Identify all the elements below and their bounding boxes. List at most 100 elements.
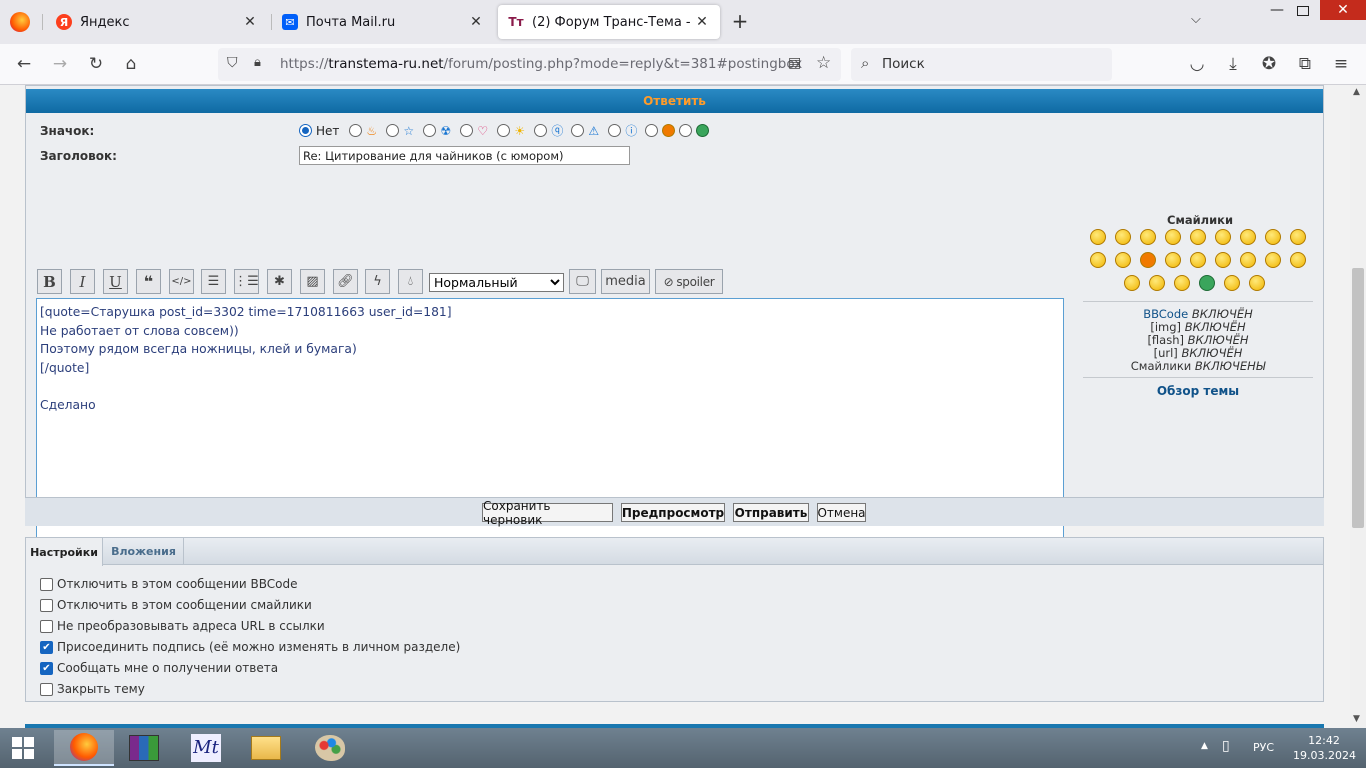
home-icon[interactable]: ⌂	[116, 49, 146, 79]
tab-forum[interactable]: Tт (2) Форум Транс-Тема - Ответ ✕	[498, 5, 720, 39]
option-attach-signature[interactable]: ✔ Присоединить подпись (её можно изменять…	[40, 637, 460, 658]
smiley-icon[interactable]	[1240, 229, 1256, 245]
subject-input[interactable]	[299, 146, 630, 165]
smiley-icon[interactable]	[1174, 275, 1190, 291]
taskbar-winrar[interactable]	[114, 730, 174, 766]
start-button[interactable]	[0, 730, 46, 766]
reload-icon[interactable]: ↻	[81, 49, 111, 79]
bookmark-star-icon[interactable]: ☆	[816, 53, 831, 73]
extension-star-icon[interactable]: ✪	[1254, 49, 1284, 79]
minimize-window-icon[interactable]: —	[1270, 2, 1284, 18]
close-tab-icon[interactable]: ✕	[468, 14, 484, 30]
icon-radio[interactable]	[349, 124, 363, 137]
checkbox[interactable]	[40, 620, 53, 633]
taskbar-explorer[interactable]	[236, 730, 296, 766]
smiley-icon[interactable]	[1215, 229, 1231, 245]
smiley-icon[interactable]	[1224, 275, 1240, 291]
taskbar-firefox[interactable]	[54, 730, 114, 766]
smiley-icon[interactable]	[1265, 229, 1281, 245]
smiley-icon[interactable]	[1240, 252, 1256, 268]
tab-yandex[interactable]: Я Яндекс ✕	[46, 5, 268, 39]
show-hidden-icons-icon[interactable]: ▲	[1201, 741, 1208, 751]
checkbox[interactable]	[40, 599, 53, 612]
restore-window-icon[interactable]	[1297, 6, 1309, 16]
smiley-icon[interactable]	[1290, 229, 1306, 245]
icon-radio[interactable]	[608, 124, 622, 137]
smiley-icon[interactable]	[1199, 275, 1215, 291]
smiley-icon[interactable]	[1249, 275, 1265, 291]
language-indicator[interactable]: РУС	[1253, 741, 1274, 754]
list-tabs-chevron-down-icon[interactable]: ⌵	[1191, 12, 1201, 27]
list-item-button[interactable]: ✱	[267, 269, 292, 294]
option-disable-bbcode[interactable]: Отключить в этом сообщении BBCode	[40, 574, 460, 595]
quote-button[interactable]: ❝	[136, 269, 161, 294]
checkbox[interactable]	[40, 683, 53, 696]
preview-button[interactable]: Предпросмотр	[621, 503, 725, 522]
address-bar[interactable]: ⛉ 🔒︎ https://transtema-ru.net/forum/post…	[218, 48, 841, 81]
smiley-icon[interactable]	[1115, 252, 1131, 268]
smiley-icon[interactable]	[1090, 252, 1106, 268]
scroll-thumb[interactable]	[1352, 268, 1364, 528]
smiley-icon[interactable]	[1190, 229, 1206, 245]
icon-radio[interactable]	[460, 124, 474, 137]
search-box[interactable]: ⌕ Поиск	[851, 48, 1112, 81]
firefox-menu-icon[interactable]	[10, 12, 30, 32]
message-textarea[interactable]: [quote=Старушка post_id=3302 time=171081…	[36, 298, 1064, 574]
url-text[interactable]: https://transtema-ru.net/forum/posting.p…	[280, 56, 802, 72]
link-button[interactable]: 🔗︎	[333, 269, 358, 294]
close-window-button[interactable]: ✕	[1320, 0, 1366, 20]
color-button[interactable]: 💧︎	[398, 269, 423, 294]
code-button[interactable]: </>	[169, 269, 194, 294]
underline-button[interactable]: U	[103, 269, 128, 294]
option-notify-reply[interactable]: ✔ Сообщать мне о получении ответа	[40, 658, 460, 679]
page-scrollbar[interactable]: ▲ ▼	[1350, 85, 1366, 728]
network-icon[interactable]: ▯	[1222, 738, 1230, 754]
spoiler-button[interactable]: ⊘ spoiler	[655, 269, 723, 294]
submit-button[interactable]: Отправить	[733, 503, 809, 522]
tab-mail[interactable]: ✉ Почта Mail.ru ✕	[272, 5, 494, 39]
smiley-icon[interactable]	[1290, 252, 1306, 268]
close-tab-icon[interactable]: ✕	[694, 14, 710, 30]
downloads-icon[interactable]: ⤓	[1218, 49, 1248, 79]
icon-radio[interactable]	[645, 124, 659, 137]
cancel-button[interactable]: Отмена	[817, 503, 866, 522]
taskbar-mathcad[interactable]: Mt	[176, 730, 236, 766]
icon-radio[interactable]	[423, 124, 437, 137]
smiley-icon[interactable]	[1215, 252, 1231, 268]
icon-radio[interactable]	[386, 124, 400, 137]
option-no-url-parse[interactable]: Не преобразовывать адреса URL в ссылки	[40, 616, 460, 637]
smiley-icon[interactable]	[1090, 229, 1106, 245]
lock-icon[interactable]: 🔒︎	[254, 55, 261, 70]
smiley-icon[interactable]	[1149, 275, 1165, 291]
bold-button[interactable]: B	[37, 269, 62, 294]
bullet-list-button[interactable]: ☰	[201, 269, 226, 294]
icon-radio-none[interactable]	[299, 124, 312, 137]
scroll-up-icon[interactable]: ▲	[1353, 87, 1360, 97]
smiley-icon[interactable]	[1124, 275, 1140, 291]
option-disable-smilies[interactable]: Отключить в этом сообщении смайлики	[40, 595, 460, 616]
hamburger-menu-icon[interactable]: ≡	[1326, 49, 1356, 79]
checkbox[interactable]	[40, 578, 53, 591]
font-size-select[interactable]: Нормальный	[429, 273, 564, 292]
scroll-down-icon[interactable]: ▼	[1353, 714, 1360, 724]
new-tab-button[interactable]: +	[729, 10, 751, 34]
topic-review-link[interactable]: Обзор темы	[1083, 384, 1313, 398]
smiley-icon[interactable]	[1190, 252, 1206, 268]
icon-radio[interactable]	[571, 124, 585, 137]
tab-settings[interactable]: Настройки	[26, 538, 103, 566]
icon-radio[interactable]	[497, 124, 511, 137]
icon-radio[interactable]	[534, 124, 548, 137]
monitor-button[interactable]: 🖵︎	[569, 269, 596, 294]
media-button[interactable]: media	[601, 269, 650, 294]
extensions-puzzle-icon[interactable]: ⧉	[1290, 49, 1320, 79]
bbcode-link[interactable]: BBCode	[1143, 307, 1188, 321]
icon-radio[interactable]	[679, 124, 693, 137]
checkbox-checked[interactable]: ✔	[40, 662, 53, 675]
smiley-icon[interactable]	[1115, 229, 1131, 245]
tab-attachments[interactable]: Вложения	[104, 538, 184, 565]
pocket-icon[interactable]: ◡	[1182, 49, 1212, 79]
smiley-icon[interactable]	[1165, 252, 1181, 268]
clock[interactable]: 12:42 19.03.2024	[1293, 733, 1356, 763]
smiley-icon[interactable]	[1140, 252, 1156, 268]
reader-view-icon[interactable]: ▤	[788, 55, 801, 71]
